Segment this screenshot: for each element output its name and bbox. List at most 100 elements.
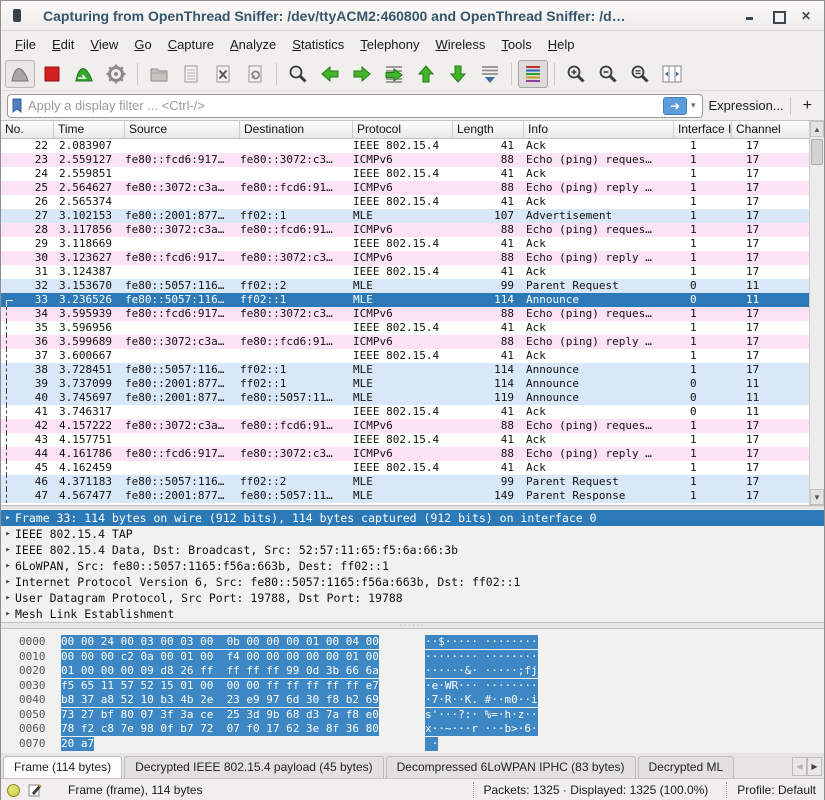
- menu-item-analyze[interactable]: Analyze: [222, 34, 284, 55]
- detail-line[interactable]: ▸Internet Protocol Version 6, Src: fe80:…: [1, 574, 824, 590]
- hex-bytes[interactable]: 20 a7: [61, 737, 94, 751]
- packet-row[interactable]: 434.157751IEEE 802.15.441Ack117: [1, 433, 811, 447]
- go-first-packet-button[interactable]: [411, 60, 441, 88]
- packet-row[interactable]: 474.567477fe80::2001:877…fe80::5057:11…M…: [1, 489, 811, 503]
- packet-row[interactable]: 343.595939fe80::fcd6:917…fe80::3072:c3…I…: [1, 307, 811, 321]
- hex-bytes[interactable]: 00 00 00 c2 0a 00 01 00 f4 00 00 00 00 0…: [61, 650, 379, 664]
- packet-row[interactable]: 403.745697fe80::2001:877…fe80::5057:11…M…: [1, 391, 811, 405]
- colorize-button[interactable]: [518, 60, 548, 88]
- expand-arrow-icon[interactable]: ▸: [1, 590, 15, 606]
- packet-row[interactable]: 323.153670fe80::5057:116…ff02::2MLE99Par…: [1, 279, 811, 293]
- hex-ascii[interactable]: ·e·WR··· ········: [425, 679, 538, 693]
- packet-row[interactable]: 413.746317IEEE 802.15.441Ack011: [1, 405, 811, 419]
- column-header-interface-id[interactable]: Interface ID: [674, 121, 732, 138]
- hex-ascii[interactable]: x··~···r ···b>·6·: [425, 722, 538, 736]
- auto-scroll-button[interactable]: [475, 60, 505, 88]
- zoom-in-button[interactable]: [561, 60, 591, 88]
- capture-options-button[interactable]: [101, 60, 131, 88]
- hex-ascii[interactable]: ·7·R··K. #··m0··i: [425, 693, 538, 707]
- save-file-button[interactable]: [176, 60, 206, 88]
- hex-ascii[interactable]: ········ ········: [425, 650, 538, 664]
- tab-decrypted-ieee-802-15-4-payload-45-bytes[interactable]: Decrypted IEEE 802.15.4 payload (45 byte…: [124, 756, 383, 778]
- add-filter-button[interactable]: +: [797, 97, 818, 115]
- column-header-channel[interactable]: Channel: [732, 121, 811, 138]
- menu-item-file[interactable]: File: [7, 34, 44, 55]
- display-filter-input[interactable]: [24, 98, 663, 113]
- menu-item-capture[interactable]: Capture: [160, 34, 222, 55]
- packet-row[interactable]: 283.117856fe80::3072:c3a…fe80::fcd6:91…I…: [1, 223, 811, 237]
- resize-columns-button[interactable]: [657, 60, 687, 88]
- expand-arrow-icon[interactable]: ▸: [1, 558, 15, 574]
- details-bytes-splitter[interactable]: ······: [1, 622, 824, 629]
- packet-list-scrollbar[interactable]: ▲ ▼: [809, 121, 824, 505]
- hex-ascii[interactable]: s'···?:· %=·h·z··: [425, 708, 538, 722]
- detail-line[interactable]: ▸Mesh Link Establishment: [1, 606, 824, 622]
- tab-decrypted-ml[interactable]: Decrypted ML: [638, 756, 735, 778]
- expand-arrow-icon[interactable]: ▸: [1, 606, 15, 622]
- maximize-button[interactable]: [772, 10, 784, 22]
- tab-frame-114-bytes[interactable]: Frame (114 bytes): [3, 756, 122, 778]
- menu-item-go[interactable]: Go: [126, 34, 159, 55]
- find-packet-button[interactable]: [283, 60, 313, 88]
- minimize-button[interactable]: [744, 10, 756, 22]
- packet-row[interactable]: 424.157222fe80::3072:c3a…fe80::fcd6:91…I…: [1, 419, 811, 433]
- zoom-reset-button[interactable]: [625, 60, 655, 88]
- capture-comment-icon[interactable]: [28, 783, 42, 797]
- hex-row[interactable]: 007020 a7 ·: [1, 737, 824, 752]
- tab-decompressed-6lowpan-iphc-83-bytes[interactable]: Decompressed 6LoWPAN IPHC (83 bytes): [386, 756, 636, 778]
- expand-arrow-icon[interactable]: ▸: [1, 510, 15, 526]
- stop-capture-button[interactable]: [37, 60, 67, 88]
- detail-line[interactable]: ▸Frame 33: 114 bytes on wire (912 bits),…: [1, 510, 824, 526]
- start-capture-button[interactable]: [5, 60, 35, 88]
- column-header-source[interactable]: Source: [125, 121, 240, 138]
- column-header-info[interactable]: Info: [524, 121, 674, 138]
- close-button[interactable]: ✕: [800, 10, 812, 22]
- packet-row[interactable]: 383.728451fe80::5057:116…ff02::1MLE114An…: [1, 363, 811, 377]
- hex-bytes[interactable]: 73 27 bf 80 07 3f 3a ce 25 3d 9b 68 d3 7…: [61, 708, 379, 722]
- detail-line[interactable]: ▸6LoWPAN, Src: fe80::5057:1165:f56a:663b…: [1, 558, 824, 574]
- scrollbar-thumb[interactable]: [811, 139, 823, 165]
- hex-row[interactable]: 000000 00 24 00 03 00 03 00 0b 00 00 00 …: [1, 635, 824, 650]
- expand-arrow-icon[interactable]: ▸: [1, 542, 15, 558]
- hex-bytes[interactable]: 00 00 24 00 03 00 03 00 0b 00 00 00 01 0…: [61, 635, 379, 649]
- column-header-time[interactable]: Time: [54, 121, 125, 138]
- hex-ascii[interactable]: ······&· ·····;fj: [425, 664, 538, 678]
- hex-row[interactable]: 001000 00 00 c2 0a 00 01 00 f4 00 00 00 …: [1, 650, 824, 665]
- hex-bytes[interactable]: 01 00 00 00 09 d8 26 ff ff ff ff 99 0d 3…: [61, 664, 379, 678]
- packet-row[interactable]: 313.124387IEEE 802.15.441Ack117: [1, 265, 811, 279]
- menu-item-telephony[interactable]: Telephony: [352, 34, 427, 55]
- scroll-down-icon[interactable]: ▼: [810, 489, 824, 505]
- column-header-destination[interactable]: Destination: [240, 121, 353, 138]
- status-profile[interactable]: Profile: Default: [726, 782, 816, 798]
- filter-history-caret-icon[interactable]: ▾: [687, 100, 700, 111]
- hex-row[interactable]: 002001 00 00 00 09 d8 26 ff ff ff ff 99 …: [1, 664, 824, 679]
- menu-item-statistics[interactable]: Statistics: [284, 34, 352, 55]
- open-file-button[interactable]: [144, 60, 174, 88]
- go-forward-button[interactable]: [347, 60, 377, 88]
- detail-line[interactable]: ▸User Datagram Protocol, Src Port: 19788…: [1, 590, 824, 606]
- packet-row[interactable]: 293.118669IEEE 802.15.441Ack117: [1, 237, 811, 251]
- hex-row[interactable]: 0030f5 65 11 57 52 15 01 00 00 00 ff ff …: [1, 679, 824, 694]
- expand-arrow-icon[interactable]: ▸: [1, 574, 15, 590]
- expression-button[interactable]: Expression...: [709, 98, 784, 113]
- expert-info-icon[interactable]: [7, 784, 20, 797]
- hex-bytes[interactable]: f5 65 11 57 52 15 01 00 00 00 ff ff ff f…: [61, 679, 379, 693]
- packet-row[interactable]: 222.083907IEEE 802.15.441Ack117: [1, 139, 811, 153]
- scroll-up-icon[interactable]: ▲: [810, 121, 824, 137]
- packet-row[interactable]: 232.559127fe80::fcd6:917…fe80::3072:c3…I…: [1, 153, 811, 167]
- apply-filter-button[interactable]: ➜: [663, 97, 687, 115]
- detail-line[interactable]: ▸IEEE 802.15.4 TAP: [1, 526, 824, 542]
- expand-arrow-icon[interactable]: ▸: [1, 526, 15, 542]
- menu-item-view[interactable]: View: [82, 34, 126, 55]
- hex-row[interactable]: 0040b8 37 a8 52 10 b3 4b 2e 23 e9 97 6d …: [1, 693, 824, 708]
- column-header-length[interactable]: Length: [453, 121, 524, 138]
- hex-ascii[interactable]: ··$····· ········: [425, 635, 538, 649]
- packet-row[interactable]: 242.559851IEEE 802.15.441Ack117: [1, 167, 811, 181]
- menu-item-edit[interactable]: Edit: [44, 34, 82, 55]
- tab-scroll-right-icon[interactable]: ▶: [807, 757, 822, 776]
- packet-row[interactable]: 393.737099fe80::2001:877…ff02::1MLE114An…: [1, 377, 811, 391]
- packet-row[interactable]: 454.162459IEEE 802.15.441Ack117: [1, 461, 811, 475]
- go-to-packet-button[interactable]: [379, 60, 409, 88]
- packet-row[interactable]: 252.564627fe80::3072:c3a…fe80::fcd6:91…I…: [1, 181, 811, 195]
- menu-item-tools[interactable]: Tools: [493, 34, 539, 55]
